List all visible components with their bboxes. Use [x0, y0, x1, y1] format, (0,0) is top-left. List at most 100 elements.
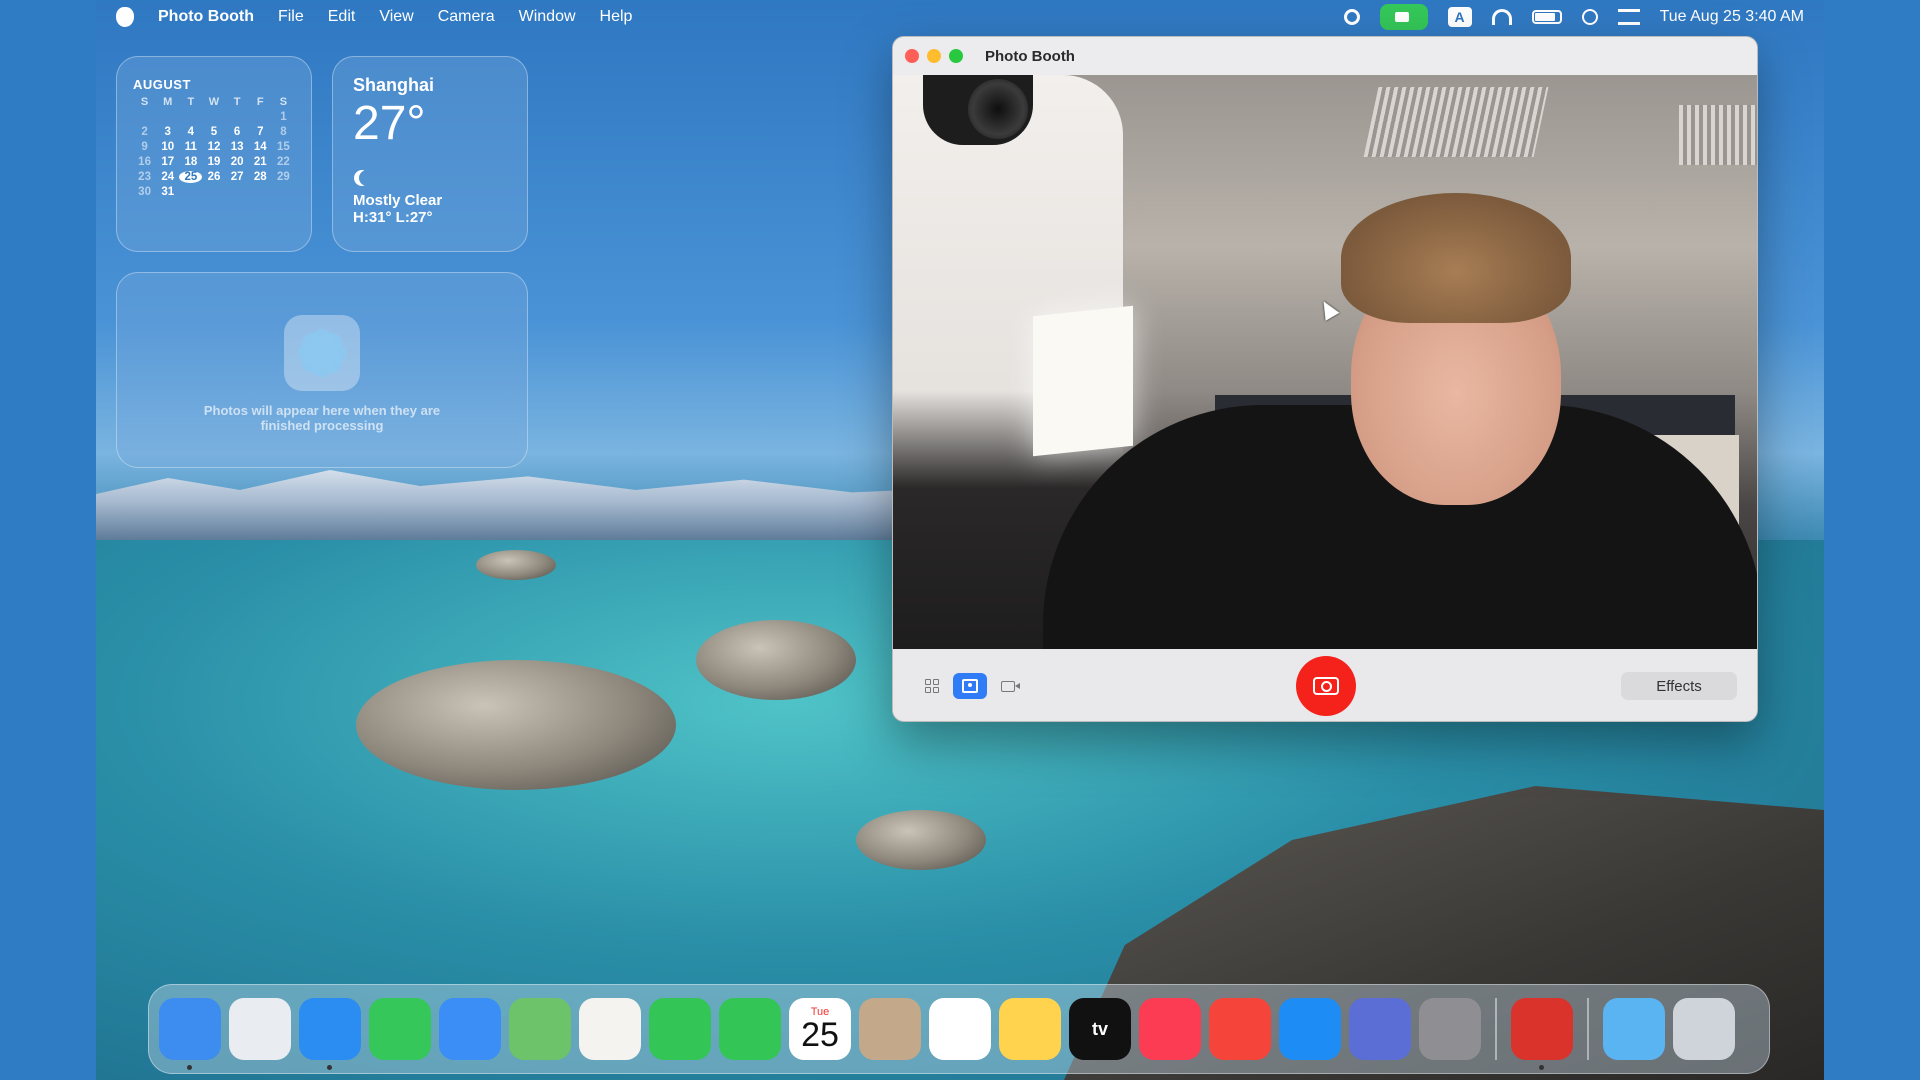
menu-bar: Photo Booth File Edit View Camera Window…: [96, 0, 1824, 34]
calendar-icon[interactable]: Tue 25: [789, 998, 851, 1060]
menu-file[interactable]: File: [278, 8, 304, 26]
dock-separator: [1495, 998, 1497, 1060]
ceiling-light: [1363, 87, 1549, 157]
close-button[interactable]: [905, 49, 919, 63]
menu-clock[interactable]: Tue Aug 25 3:40 AM: [1660, 8, 1804, 26]
calendar-day: [226, 111, 249, 123]
calendar-day: 18: [184, 156, 198, 168]
calendar-day: [249, 111, 272, 123]
photo-booth-toolbar: Effects: [893, 649, 1757, 721]
calendar-widget[interactable]: AUGUST S M T W T F S 1 2 3 4 5 6 7 8 9 10 11 12 13 14 15 16 17 1…: [116, 56, 312, 252]
reminders-icon[interactable]: [929, 998, 991, 1060]
launchpad-icon[interactable]: [229, 998, 291, 1060]
grid-icon: [925, 679, 939, 693]
calendar-day: 27: [230, 171, 244, 183]
wifi-icon[interactable]: [1491, 9, 1512, 25]
calendar-day: 19: [207, 156, 221, 168]
safari-icon[interactable]: [299, 998, 361, 1070]
video-camera-icon: [1001, 680, 1020, 692]
effects-button[interactable]: Effects: [1621, 672, 1737, 700]
camera-body: [923, 75, 1033, 145]
menu-window[interactable]: Window: [519, 8, 576, 26]
zoom-button[interactable]: [949, 49, 963, 63]
menu-camera[interactable]: Camera: [438, 8, 495, 26]
take-photo-button[interactable]: [1296, 656, 1356, 716]
calendar-day: 20: [230, 156, 244, 168]
calendar-day: 16: [138, 156, 151, 168]
photo-booth-icon[interactable]: [1511, 998, 1573, 1070]
calendar-day: 15: [277, 141, 290, 153]
window-titlebar[interactable]: Photo Booth: [893, 37, 1757, 75]
running-indicator: [187, 1065, 192, 1070]
spotlight-search-icon[interactable]: [1581, 9, 1598, 25]
wallpaper-rock: [356, 660, 676, 790]
single-photo-view-button[interactable]: [953, 673, 987, 699]
calendar-day: [179, 186, 202, 198]
video-view-button[interactable]: [991, 673, 1025, 699]
music-icon[interactable]: [1139, 998, 1201, 1060]
maps-icon[interactable]: [509, 998, 571, 1060]
weather-high-low: H:31° L:27°: [353, 209, 433, 226]
photo-booth-window: Photo Booth Effects: [892, 36, 1758, 722]
camera-in-use-icon[interactable]: [1379, 4, 1428, 30]
input-source-icon[interactable]: A: [1447, 7, 1472, 27]
notes-icon[interactable]: [999, 998, 1061, 1060]
control-center-icon[interactable]: [1617, 9, 1640, 25]
rocket-icon[interactable]: [1209, 998, 1271, 1060]
menu-edit[interactable]: Edit: [328, 8, 356, 26]
messages-icon[interactable]: [369, 998, 431, 1060]
mail-icon[interactable]: [439, 998, 501, 1060]
contacts-icon[interactable]: [859, 998, 921, 1060]
calendar-day: 24: [161, 171, 175, 183]
softbox-light: [1033, 305, 1133, 457]
menu-view[interactable]: View: [379, 8, 413, 26]
system-settings-icon[interactable]: [1419, 998, 1481, 1060]
apple-menu-icon[interactable]: [116, 7, 134, 27]
camera-icon: [1313, 677, 1339, 695]
calendar-day: 6: [233, 126, 241, 138]
battery-icon[interactable]: [1531, 10, 1562, 24]
four-up-view-button[interactable]: [915, 673, 949, 699]
tv-icon[interactable]: tv: [1069, 998, 1131, 1060]
photos-flower-icon: [284, 315, 360, 391]
calendar-today: 25: [179, 171, 203, 183]
phone-icon[interactable]: [719, 998, 781, 1060]
calendar-day: 4: [187, 126, 195, 138]
wallpaper-mountains: [96, 470, 996, 542]
screen-recording-icon[interactable]: [1343, 9, 1360, 25]
dock-separator: [1587, 998, 1589, 1060]
facetime-icon[interactable]: [649, 998, 711, 1060]
calendar-day: [202, 186, 225, 198]
downloads-folder-icon[interactable]: [1603, 998, 1665, 1060]
layout-segmented-control: [915, 673, 1025, 699]
menu-app-name[interactable]: Photo Booth: [158, 8, 254, 26]
wallpaper-rock: [696, 620, 856, 700]
calendar-day: 30: [138, 186, 151, 198]
minimize-button[interactable]: [927, 49, 941, 63]
dock-calendar-date: 25: [801, 1015, 839, 1054]
calendar-day: 2: [141, 126, 148, 138]
weekday-label: S: [140, 96, 149, 108]
camera-lens: [968, 79, 1028, 139]
photos-icon[interactable]: [579, 998, 641, 1060]
weather-widget[interactable]: Shanghai 27° Mostly Clear H:31° L:27°: [332, 56, 528, 252]
running-indicator: [327, 1065, 332, 1070]
finder-icon[interactable]: [159, 998, 221, 1070]
calendar-day: 13: [230, 141, 244, 153]
calendar-day: 9: [141, 141, 148, 153]
running-indicator: [1539, 1065, 1544, 1070]
app-store-icon[interactable]: [1279, 998, 1341, 1060]
calendar-day: [272, 186, 295, 198]
calendar-grid: S M T W T F S 1 2 3 4 5 6 7 8 9 10 11 12 13 14 15 16 17 18 19 20 21…: [133, 96, 295, 198]
iphone-mirroring-icon[interactable]: [1349, 998, 1411, 1060]
calendar-day: 23: [138, 171, 151, 183]
trash-icon[interactable]: [1673, 998, 1735, 1060]
menu-help[interactable]: Help: [600, 8, 633, 26]
weekday-label: S: [279, 96, 288, 108]
weather-condition: Mostly Clear: [353, 192, 443, 209]
moon-icon: [359, 170, 375, 186]
calendar-day: 5: [210, 126, 218, 138]
photos-widget[interactable]: Photos will appear here when they are fi…: [116, 272, 528, 468]
ceiling-light: [1679, 105, 1757, 165]
camera-preview: [893, 75, 1757, 649]
